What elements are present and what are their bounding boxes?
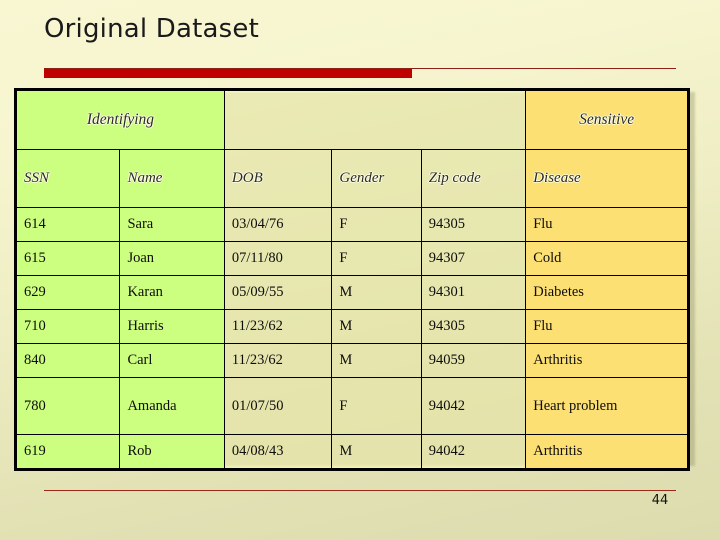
cell-disease: Arthritis [525,434,689,470]
cell-dob: 01/07/50 [223,377,333,435]
table-column-header-row: SSN Name DOB Gender Zip code Disease [14,149,689,208]
cell-zip: 94307 [420,241,527,276]
cell-gender: M [331,343,422,378]
table-row: 619 Rob 04/08/43 M 94042 Arthritis [14,434,689,470]
column-header-gender-label: Gender [339,170,385,186]
cell-zip: 94042 [420,434,527,470]
cell-disease: Flu [525,207,689,242]
table-row: 710 Harris 11/23/62 M 94305 Flu [14,309,689,344]
cell-dob: 11/23/62 [223,343,333,378]
column-header-disease-label: Disease [533,170,581,186]
table-row: 629 Karan 05/09/55 M 94301 Diabetes [14,275,689,310]
cell-gender: F [331,377,422,435]
page-number: 44 [651,493,669,508]
cell-disease: Heart problem [525,377,689,435]
cell-zip: 94042 [420,377,527,435]
page-title: Original Dataset [44,14,260,44]
cell-zip: 94301 [420,275,527,310]
table-row: 840 Carl 11/23/62 M 94059 Arthritis [14,343,689,378]
cell-name: Harris [119,309,225,344]
group-header-quasi-identifier [223,89,527,150]
cell-zip: 94305 [420,309,527,344]
column-header-dob: DOB [223,149,333,208]
cell-name: Joan [119,241,225,276]
cell-name: Carl [119,343,225,378]
cell-zip: 94059 [420,343,527,378]
column-header-name: Name [119,149,225,208]
cell-disease: Cold [525,241,689,276]
column-header-ssn: SSN [14,149,121,208]
cell-ssn: 615 [14,241,121,276]
table-body: Identifying Sensitive SSN Name DOB Gende… [14,89,689,470]
cell-dob: 11/23/62 [223,309,333,344]
column-header-ssn-label: SSN [24,170,50,186]
group-header-identifying-label: Identifying [86,111,155,128]
title-rule-accent [44,69,412,78]
cell-gender: M [331,275,422,310]
table-group-header-row: Identifying Sensitive [15,89,689,150]
cell-disease: Flu [525,309,689,344]
cell-dob: 05/09/55 [223,275,333,310]
column-header-zip-code: Zip code [420,149,527,208]
table-row: 780 Amanda 01/07/50 F 94042 Heart proble… [14,377,689,435]
cell-ssn: 629 [14,275,121,310]
cell-ssn: 614 [14,207,121,242]
table-row: 614 Sara 03/04/76 F 94305 Flu [14,207,689,242]
cell-dob: 04/08/43 [223,434,333,470]
column-header-dob-label: DOB [231,170,263,186]
cell-ssn: 780 [14,377,121,435]
group-header-identifying: Identifying [15,89,225,150]
cell-ssn: 840 [14,343,121,378]
cell-gender: M [331,434,422,470]
cell-gender: F [331,207,422,242]
column-header-gender: Gender [331,149,422,208]
cell-disease: Diabetes [525,275,689,310]
cell-name: Karan [119,275,225,310]
cell-ssn: 710 [14,309,121,344]
cell-name: Amanda [119,377,225,435]
cell-dob: 07/11/80 [223,241,333,276]
cell-gender: M [331,309,422,344]
cell-ssn: 619 [14,434,121,470]
cell-name: Sara [119,207,225,242]
group-header-sensitive: Sensitive [525,89,689,150]
table-row: 615 Joan 07/11/80 F 94307 Cold [14,241,689,276]
cell-gender: F [331,241,422,276]
cell-name: Rob [119,434,225,470]
cell-zip: 94305 [420,207,527,242]
cell-dob: 03/04/76 [223,207,333,242]
column-header-zip-code-label: Zip code [428,170,481,186]
original-dataset-table: Identifying Sensitive SSN Name DOB Gende… [14,88,690,471]
cell-disease: Arthritis [525,343,689,378]
footer-rule [44,490,676,491]
column-header-name-label: Name [127,170,163,186]
group-header-sensitive-label: Sensitive [579,111,635,128]
column-header-disease: Disease [525,149,689,208]
